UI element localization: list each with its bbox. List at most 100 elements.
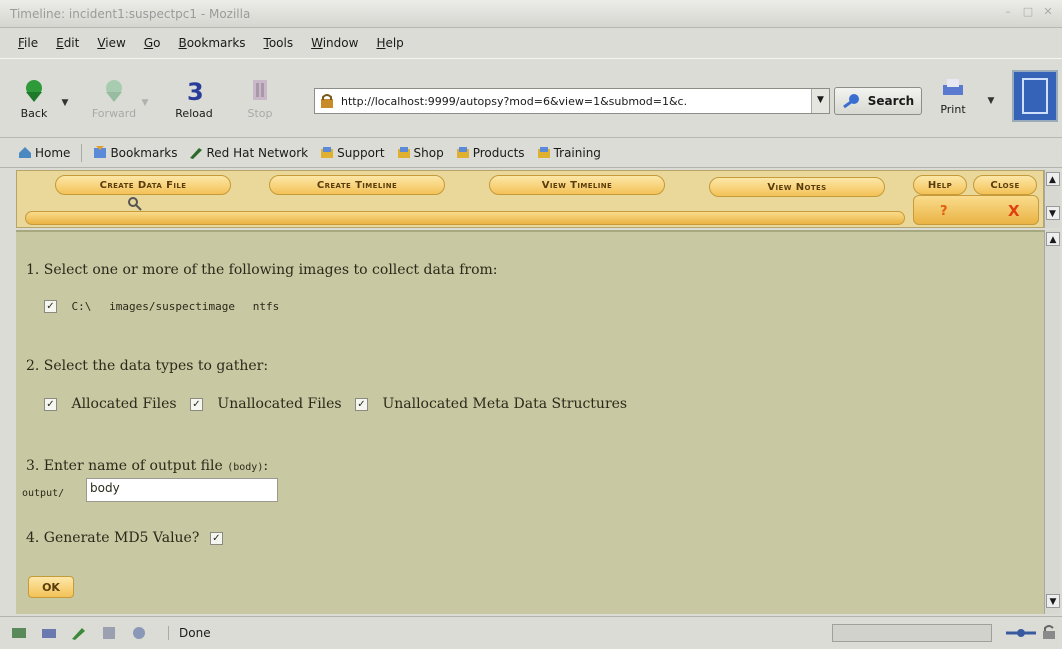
online-status-icon[interactable] [1004, 625, 1038, 641]
autopsy-toolbar-frame: Create Data File Create Timeline View Ti… [16, 170, 1044, 228]
browser-throbber-icon[interactable] [1012, 70, 1058, 122]
status-text: Done [168, 626, 211, 640]
bookmark-home-label: Home [35, 145, 71, 160]
step-4-row: 4. Generate MD5 Value? ✓ [26, 530, 233, 546]
back-dropdown-icon[interactable]: ▼ [60, 98, 70, 108]
bookmark-bookmarks-label: Bookmarks [110, 145, 178, 160]
tab-create-data-file[interactable]: Create Data File [55, 175, 231, 195]
home-icon [19, 147, 31, 158]
tab-view-timeline[interactable]: View Timeline [489, 175, 665, 195]
folder-icon [321, 147, 334, 158]
bookmark-red-hat-network[interactable]: Red Hat Network [185, 146, 312, 160]
personal-toolbar: Home Bookmarks Red Hat Network Support S… [0, 138, 1062, 168]
output-file-input[interactable]: body [86, 478, 278, 502]
url-dropdown-icon[interactable]: ▼ [811, 89, 829, 113]
ok-button[interactable]: OK [28, 576, 74, 598]
help-icon[interactable]: ? [940, 204, 948, 219]
image-path: images/suspectimage [109, 300, 235, 313]
status-bar: Done [0, 616, 1062, 649]
menu-view[interactable]: View [97, 36, 125, 50]
progress-meter [832, 624, 992, 642]
forward-arrow-icon [101, 78, 127, 104]
bookmark-shop-label: Shop [413, 145, 444, 160]
menu-go[interactable]: Go [144, 36, 161, 50]
scroll-down-icon[interactable]: ▼ [1046, 594, 1060, 608]
stop-button[interactable]: Stop [230, 78, 290, 120]
bookmark-bookmarks[interactable]: Bookmarks [89, 146, 181, 160]
scroll-down-icon[interactable]: ▼ [1045, 206, 1060, 220]
printer-icon [943, 79, 963, 95]
bookmark-training[interactable]: Training [533, 146, 605, 160]
url-bar[interactable]: http://localhost:9999/autopsy?mod=6&view… [314, 88, 830, 114]
maximize-icon[interactable]: □ [1022, 6, 1034, 18]
bookmark-shop[interactable]: Shop [393, 146, 448, 160]
close-icon[interactable]: X [1008, 202, 1020, 220]
forward-label: Forward [91, 107, 137, 120]
back-arrow-icon [21, 78, 47, 104]
bookmark-products-label: Products [472, 145, 525, 160]
tab-create-timeline[interactable]: Create Timeline [269, 175, 445, 195]
back-button[interactable]: Back [4, 78, 64, 120]
image-fs: ntfs [252, 300, 280, 313]
image-checkbox[interactable]: ✓ [44, 299, 57, 313]
top-frame-scrollbar[interactable]: ▲ ▼ [1044, 170, 1060, 228]
print-button[interactable]: Print [928, 76, 978, 116]
scroll-up-icon[interactable]: ▲ [1045, 172, 1060, 186]
step-1-heading: 1. Select one or more of the following i… [26, 262, 498, 278]
forward-dropdown-icon[interactable]: ▼ [140, 98, 150, 108]
unallocated-files-label: Unallocated Files [217, 396, 342, 412]
folder-icon [456, 147, 469, 158]
url-input[interactable]: http://localhost:9999/autopsy?mod=6&view… [341, 95, 811, 108]
unallocated-files-checkbox[interactable]: ✓ [189, 397, 203, 411]
menu-help[interactable]: Help [376, 36, 403, 50]
reload-button[interactable]: 3 Reload [164, 78, 224, 120]
allocated-files-label: Allocated Files [71, 396, 177, 412]
tab-band [25, 211, 905, 225]
step-4-label: 4. Generate MD5 Value? [26, 530, 200, 546]
minimize-icon[interactable]: – [1002, 6, 1014, 18]
print-dropdown-icon[interactable]: ▼ [986, 96, 996, 106]
print-label: Print [940, 103, 966, 116]
back-label: Back [20, 107, 48, 120]
allocated-files-checkbox[interactable]: ✓ [44, 397, 57, 411]
bookmark-red-hat-network-label: Red Hat Network [206, 145, 309, 160]
folder-icon [397, 147, 410, 158]
composer-icon[interactable] [70, 625, 90, 641]
md5-checkbox[interactable]: ✓ [209, 531, 223, 545]
reload-icon: 3 [181, 78, 207, 106]
red-hat-network-icon [190, 148, 203, 159]
menu-bookmarks[interactable]: Bookmarks [178, 36, 245, 50]
menu-window[interactable]: Window [311, 36, 358, 50]
forward-button[interactable]: Forward [84, 78, 144, 120]
step-3-heading: 3. Enter name of output file (body): [26, 458, 268, 474]
tab-view-notes[interactable]: View Notes [709, 177, 885, 197]
main-frame-scrollbar[interactable]: ▲ ▼ [1044, 230, 1060, 614]
menu-file[interactable]: File [18, 36, 38, 50]
menu-edit[interactable]: Edit [56, 36, 79, 50]
bookmark-home[interactable]: Home [14, 146, 74, 160]
search-button[interactable]: Search [834, 87, 922, 115]
mail-icon[interactable] [40, 625, 60, 641]
navigator-icon[interactable] [10, 625, 30, 641]
step-2-heading: 2. Select the data types to gather: [26, 358, 269, 374]
close-window-icon[interactable]: ✕ [1042, 6, 1054, 18]
svg-text:3: 3 [187, 78, 204, 104]
image-row: ✓ C:\ images/suspectimage ntfs [44, 298, 279, 314]
help-button[interactable]: Help [913, 175, 967, 195]
bookmark-support[interactable]: Support [316, 146, 388, 160]
window-controls: – □ ✕ [1002, 6, 1054, 18]
bookmark-products[interactable]: Products [452, 146, 529, 160]
reload-label: Reload [175, 107, 213, 120]
step-3-colon: : [263, 458, 269, 474]
menu-tools[interactable]: Tools [264, 36, 294, 50]
bookmark-training-label: Training [553, 145, 601, 160]
unallocated-meta-checkbox[interactable]: ✓ [354, 397, 368, 411]
menu-bar: File Edit View Go Bookmarks Tools Window… [0, 28, 1062, 58]
close-button[interactable]: Close [973, 175, 1037, 195]
scroll-up-icon[interactable]: ▲ [1046, 232, 1060, 246]
address-book-icon[interactable] [100, 625, 120, 641]
window-titlebar: Timeline: incident1:suspectpc1 - Mozilla… [0, 0, 1062, 28]
chat-icon[interactable] [130, 625, 150, 641]
output-prefix-label: output/ [22, 488, 65, 499]
security-lock-icon[interactable] [1040, 623, 1058, 641]
